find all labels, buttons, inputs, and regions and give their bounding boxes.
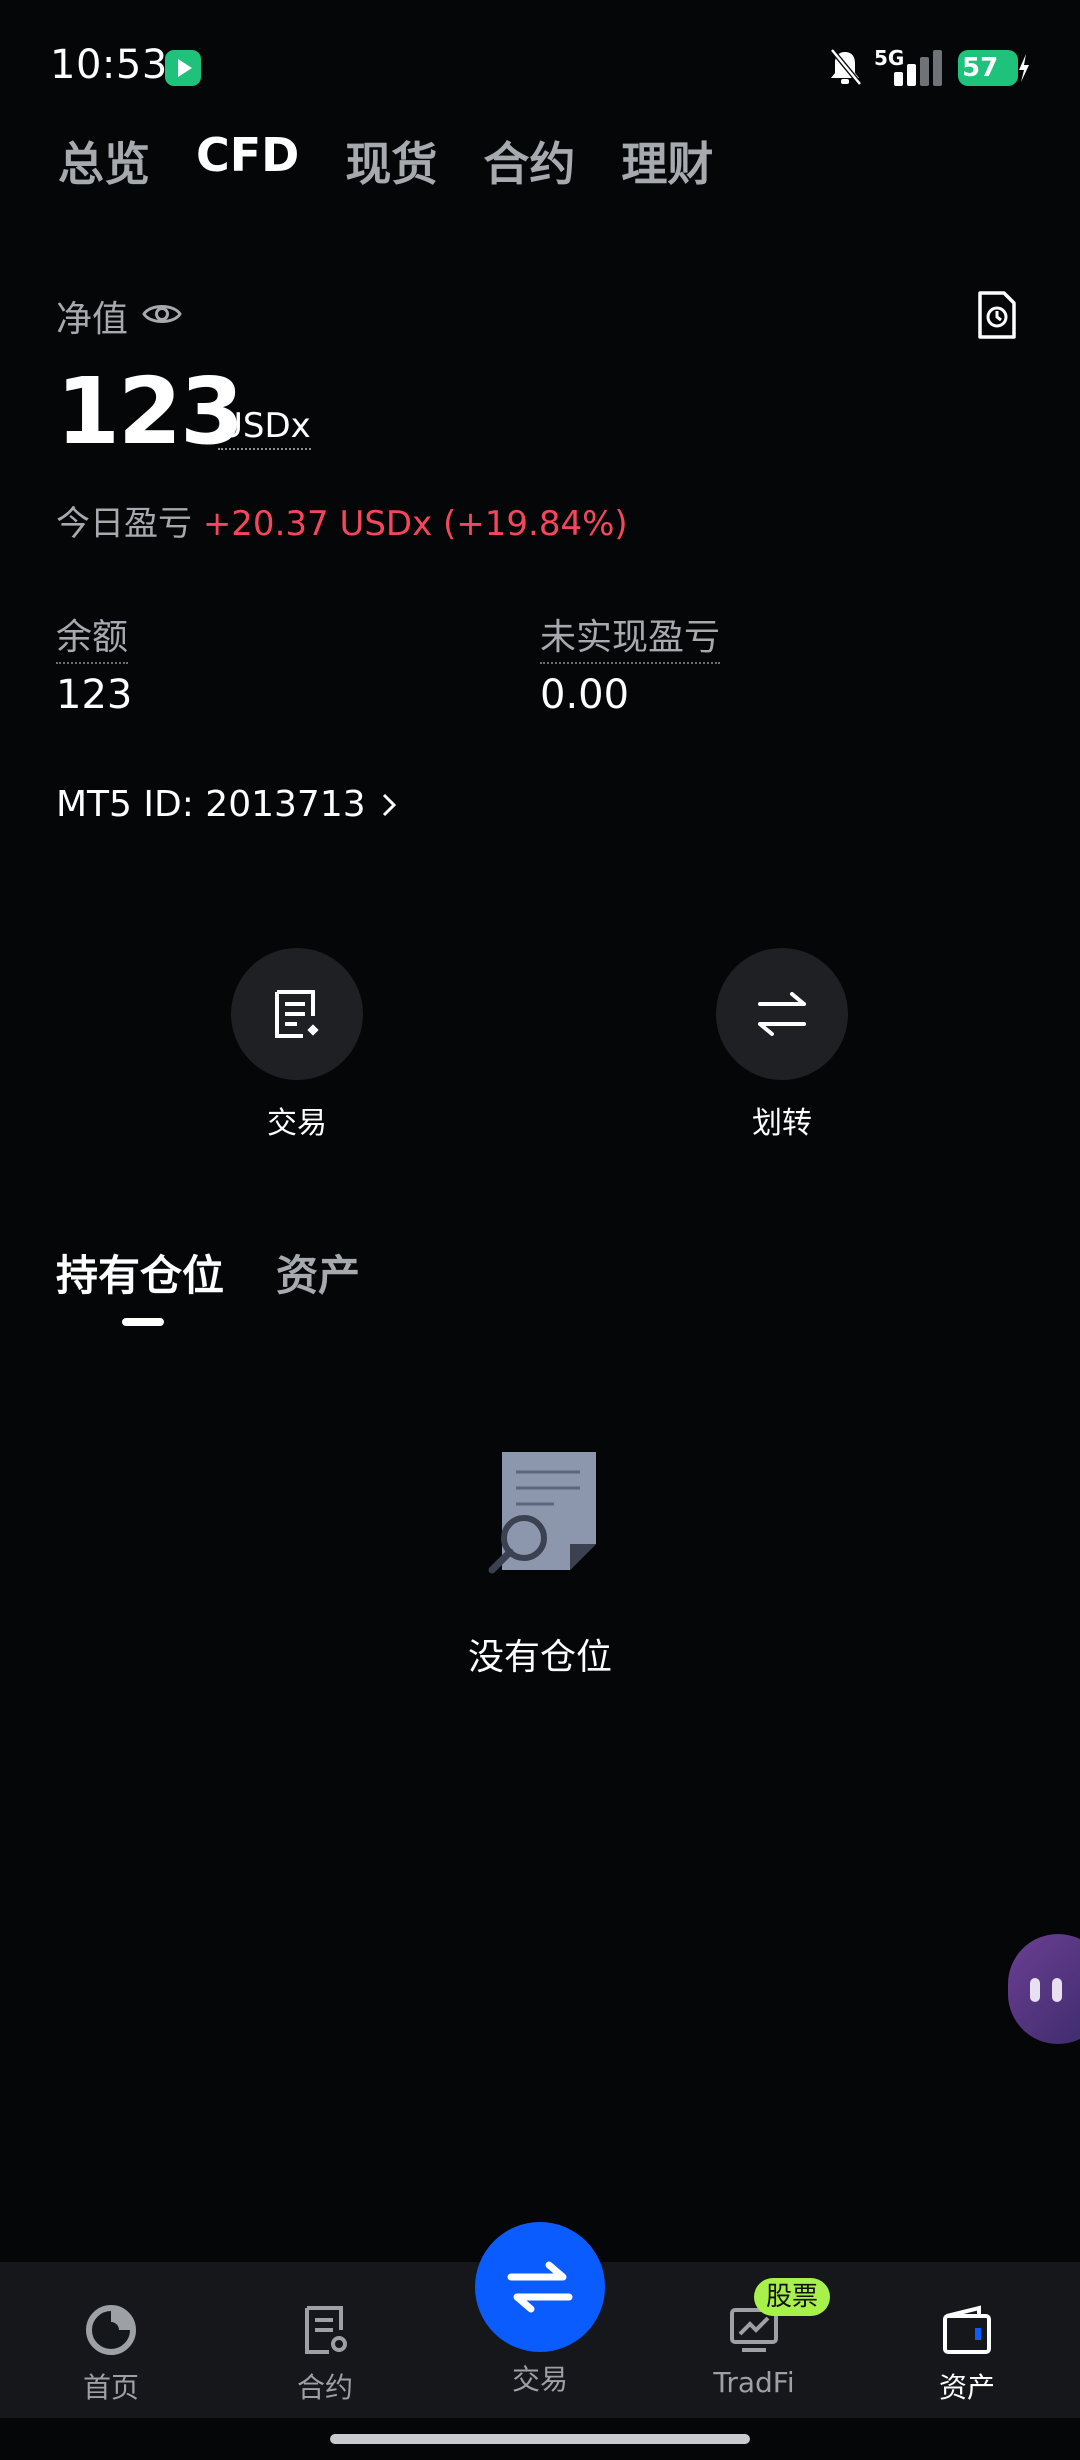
tab-assets[interactable]: 资产 bbox=[276, 1242, 360, 1303]
balance-label[interactable]: 余额 bbox=[56, 608, 129, 664]
bell-muted-icon bbox=[830, 48, 862, 86]
tab-earn[interactable]: 理财 bbox=[621, 128, 713, 194]
trade-action-label: 交易 bbox=[267, 1106, 327, 1141]
net-value-label: 净值 bbox=[56, 299, 129, 340]
trade-fab-button[interactable] bbox=[475, 2222, 605, 2352]
signal-icon bbox=[894, 50, 942, 86]
nav-futures-label: 合约 bbox=[296, 2371, 353, 2404]
tab-overview[interactable]: 总览 bbox=[58, 128, 150, 194]
order-icon bbox=[275, 990, 319, 1038]
transfer-icon bbox=[758, 992, 806, 1036]
wallet-icon bbox=[943, 2305, 991, 2354]
balance-value: 123 bbox=[56, 672, 133, 718]
nav-tradfi[interactable]: TradFi bbox=[674, 2302, 834, 2399]
status-time: 10:53 bbox=[50, 42, 168, 88]
tab-futures[interactable]: 合约 bbox=[483, 128, 575, 194]
chevron-right-icon bbox=[382, 793, 396, 816]
eye-icon[interactable] bbox=[142, 300, 182, 328]
unrealized-pnl-label[interactable]: 未实现盈亏 bbox=[540, 608, 721, 664]
trade-action-button[interactable] bbox=[231, 948, 363, 1080]
today-pnl-label: 今日盈亏 bbox=[56, 504, 192, 544]
futures-doc-icon bbox=[305, 2306, 347, 2354]
app-notification-icon bbox=[165, 50, 201, 86]
net-value: 123 bbox=[56, 358, 244, 465]
transfer-action[interactable] bbox=[716, 948, 848, 1080]
mt5-id-link[interactable]: MT5 ID: 2013713 bbox=[56, 784, 398, 825]
charging-icon bbox=[1019, 54, 1029, 82]
trade-action[interactable] bbox=[231, 948, 363, 1080]
nav-home[interactable]: 首页 bbox=[31, 2302, 191, 2406]
today-pnl-value: +20.37 USDx (+19.84%) bbox=[202, 504, 628, 544]
net-value-unit[interactable]: USDx bbox=[218, 406, 311, 450]
unrealized-pnl-value: 0.00 bbox=[540, 672, 630, 718]
nav-tradfi-label: TradFi bbox=[713, 2366, 795, 2399]
nav-assets-label: 资产 bbox=[938, 2371, 995, 2404]
tab-holdings[interactable]: 持有仓位 bbox=[56, 1242, 224, 1303]
active-tab-indicator bbox=[122, 1318, 164, 1326]
tab-cfd[interactable]: CFD bbox=[196, 128, 299, 194]
nav-futures[interactable]: 合约 bbox=[245, 2302, 405, 2406]
nav-assets[interactable]: 资产 bbox=[887, 2302, 1047, 2406]
nav-home-label: 首页 bbox=[82, 2371, 139, 2404]
today-pnl: 今日盈亏 +20.37 USDx (+19.84%) bbox=[56, 496, 628, 545]
nav-trade-label: 交易 bbox=[511, 2363, 568, 2396]
bubble-eye-right bbox=[1052, 1978, 1062, 2002]
top-tabs: 总览 CFD 现货 合约 理财 bbox=[58, 128, 713, 194]
assistant-bubble[interactable] bbox=[1008, 1934, 1080, 2044]
tab-spot[interactable]: 现货 bbox=[345, 128, 437, 194]
home-chart-icon bbox=[86, 2305, 136, 2355]
empty-state-text: 没有仓位 bbox=[467, 1637, 612, 1678]
transfer-action-button[interactable] bbox=[716, 948, 848, 1080]
home-indicator[interactable] bbox=[330, 2434, 750, 2444]
battery-level: 57 bbox=[958, 50, 1018, 86]
bubble-eye-left bbox=[1030, 1978, 1040, 2002]
history-icon[interactable] bbox=[976, 290, 1018, 340]
stocks-badge: 股票 bbox=[754, 2278, 831, 2316]
transfer-action-label: 划转 bbox=[752, 1106, 812, 1141]
mt5-id-text: MT5 ID: 2013713 bbox=[56, 784, 366, 825]
screen: 10:53 5G 57 总览 CFD 现货 合约 理财 净值 123 USDx … bbox=[0, 0, 1080, 2460]
nav-trade[interactable]: 交易 bbox=[460, 2358, 620, 2398]
empty-document-icon bbox=[488, 1452, 596, 1574]
swap-arrows-icon bbox=[507, 2261, 573, 2313]
